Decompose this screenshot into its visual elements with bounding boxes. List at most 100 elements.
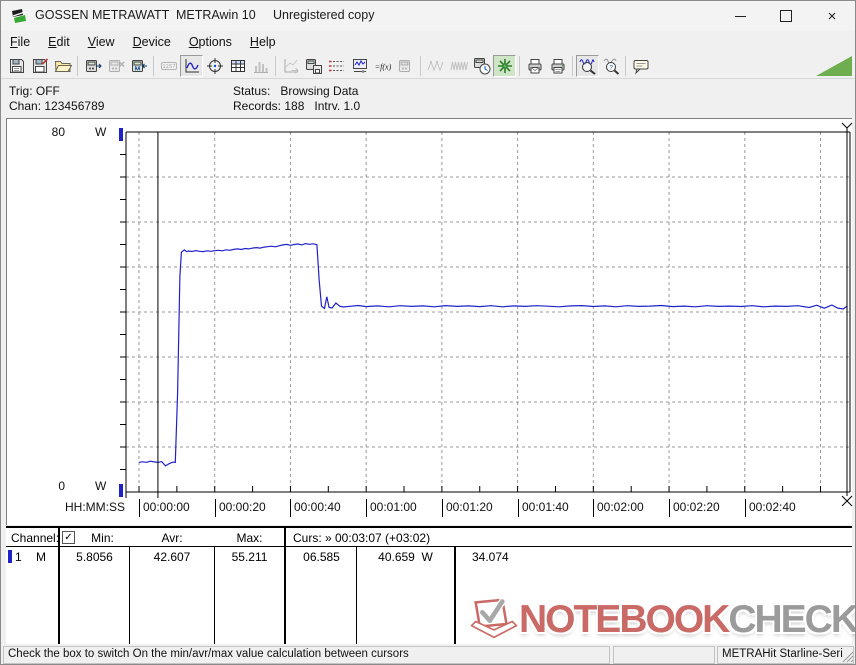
menu-item-edit[interactable]: Edit xyxy=(39,33,79,51)
channel-color-marker-top xyxy=(119,128,123,141)
minmax-checkbox[interactable]: ✓ xyxy=(62,531,75,544)
min-value: 5.8056 xyxy=(76,550,113,564)
channel-color-marker-bottom xyxy=(119,484,123,497)
avr-column-header: Avr: xyxy=(161,531,183,545)
toolbar-save-button[interactable] xyxy=(5,55,28,77)
svg-text:M: M xyxy=(134,65,139,72)
measurement-table: Channel: ✓ Min: Avr: Max: Curs: » 00:03:… xyxy=(6,526,852,644)
toolbar-wave-single-button[interactable] xyxy=(424,55,447,77)
resize-grip[interactable] xyxy=(840,649,854,663)
x-axis-format-label: HH:MM:SS xyxy=(65,500,125,514)
x-tick-label: 00:01:40 xyxy=(518,499,569,517)
channel-number: 1 xyxy=(15,550,22,564)
menu-item-file[interactable]: File xyxy=(1,33,39,51)
chart-panel: 80 W 0 W HH:MM:SS 00:00:00 00:00:20 00:00:… xyxy=(6,118,853,525)
records-status: Records: 188 Intrv. 1.0 xyxy=(233,99,361,113)
info-panel: Trig: OFF Chan: 123456789 Status: Browsi… xyxy=(1,79,855,117)
toolbar-separator xyxy=(625,55,626,76)
cursor-delta-value: 34.074 xyxy=(472,550,509,564)
channel-mode: M xyxy=(36,550,46,564)
toolbar-formula-button[interactable]: =f(x) xyxy=(371,55,394,77)
table-divider xyxy=(454,546,456,644)
menu-item-help[interactable]: Help xyxy=(241,33,285,51)
cursor2-value: 40.659 W xyxy=(378,550,433,564)
toolbar-channel-list-button[interactable] xyxy=(325,55,348,77)
toolbar: M 1257 =f(x) 123? xyxy=(1,53,855,79)
toolbar-table-view-button[interactable] xyxy=(226,55,249,77)
toolbar-separator xyxy=(519,55,520,76)
x-tick-label: 00:00:40 xyxy=(290,499,341,517)
toolbar-open-folder-button[interactable] xyxy=(51,55,74,77)
metrawin-window: GOSSEN METRAWATT METRAwin 10 Unregistere… xyxy=(0,0,856,665)
table-divider xyxy=(58,528,60,644)
x-tick-label: 00:01:00 xyxy=(366,499,417,517)
product-name: METRAwin 10 xyxy=(176,8,256,22)
max-value: 55.211 xyxy=(231,550,268,564)
menu-bar: File Edit View Device Options Help xyxy=(1,31,855,54)
y-axis-min-label: 0 xyxy=(58,479,65,493)
toolbar-green-triangle xyxy=(816,56,852,76)
toolbar-chart-export-button[interactable] xyxy=(279,55,302,77)
toolbar-print-preview-button[interactable] xyxy=(523,55,546,77)
toolbar-lcd-display-button[interactable]: 1257 xyxy=(157,55,180,77)
y-axis-max-label: 80 xyxy=(51,125,65,139)
x-tick-label: 00:01:20 xyxy=(442,499,493,517)
cursor1-value: 06.585 xyxy=(303,550,340,564)
cursor-2-top-handle[interactable] xyxy=(841,122,853,129)
svg-text:123: 123 xyxy=(401,60,408,65)
status-empty-panel xyxy=(613,646,715,664)
toolbar-device-write-button[interactable]: M xyxy=(127,55,150,77)
svg-text:=f(x): =f(x) xyxy=(374,62,391,71)
toolbar-zoom-info-button[interactable]: ? xyxy=(599,55,622,77)
menu-item-options[interactable]: Options xyxy=(180,33,241,51)
toolbar-separator xyxy=(420,55,421,76)
menu-item-view[interactable]: View xyxy=(79,33,124,51)
x-tick-label: 00:02:40 xyxy=(745,499,796,517)
toolbar-wave-multi-button[interactable] xyxy=(447,55,470,77)
max-column-header: Max: xyxy=(236,531,263,545)
y-axis-unit-bottom: W xyxy=(95,479,107,493)
toolbar-separator xyxy=(275,55,276,76)
app-name: GOSSEN METRAWATT xyxy=(35,8,170,22)
toolbar-crosshair-cursor-button[interactable] xyxy=(203,55,226,77)
toolbar-print-button[interactable] xyxy=(546,55,569,77)
toolbar-separator xyxy=(153,55,154,76)
table-header-divider xyxy=(6,546,852,547)
cursor-column-header: Curs: » 00:03:07 (+03:02) xyxy=(293,531,431,545)
minimize-button[interactable] xyxy=(717,1,763,31)
toolbar-separator xyxy=(77,55,78,76)
toolbar-histogram-view-button[interactable] xyxy=(249,55,272,77)
svg-text:1257: 1257 xyxy=(162,64,175,70)
svg-text:?: ? xyxy=(609,64,613,71)
channel-column-header: Channel: xyxy=(11,531,60,545)
toolbar-device-store-button[interactable] xyxy=(302,55,325,77)
min-column-header: Min: xyxy=(91,531,114,545)
toolbar-monitor-config-button[interactable] xyxy=(348,55,371,77)
toolbar-live-view-button[interactable] xyxy=(493,54,516,77)
toolbar-annotation-button[interactable] xyxy=(629,55,652,77)
toolbar-device-clear-button[interactable] xyxy=(104,55,127,77)
toolbar-interval-clock-button[interactable] xyxy=(470,55,493,77)
avr-value: 42.607 xyxy=(153,550,191,564)
y-axis-unit-top: W xyxy=(95,125,107,139)
window-controls: × xyxy=(717,1,855,31)
browse-status: Status: Browsing Data xyxy=(233,84,359,98)
toolbar-zoom-mode-button[interactable] xyxy=(576,54,599,77)
toolbar-save-as-button[interactable] xyxy=(28,55,51,77)
toolbar-device-read-button[interactable] xyxy=(81,55,104,77)
status-message: Check the box to switch On the min/avr/m… xyxy=(3,646,610,664)
menu-item-device[interactable]: Device xyxy=(124,33,180,51)
x-tick-label: 00:00:20 xyxy=(215,499,266,517)
app-logo-icon xyxy=(12,9,26,23)
power-curve-channel1 xyxy=(138,242,848,467)
close-button[interactable]: × xyxy=(809,1,855,31)
status-bar: Check the box to switch On the min/avr/m… xyxy=(1,645,855,664)
table-divider xyxy=(284,528,286,644)
power-chart xyxy=(120,122,853,507)
maximize-button[interactable] xyxy=(763,1,809,31)
toolbar-device-config-button[interactable]: 123 xyxy=(394,55,417,77)
cursor-2-bottom-handle[interactable] xyxy=(841,495,853,507)
channel-row-color-marker xyxy=(8,550,12,563)
toolbar-chart-view-button[interactable] xyxy=(180,54,203,77)
title-bar: GOSSEN METRAWATT METRAwin 10 Unregistere… xyxy=(1,1,855,32)
